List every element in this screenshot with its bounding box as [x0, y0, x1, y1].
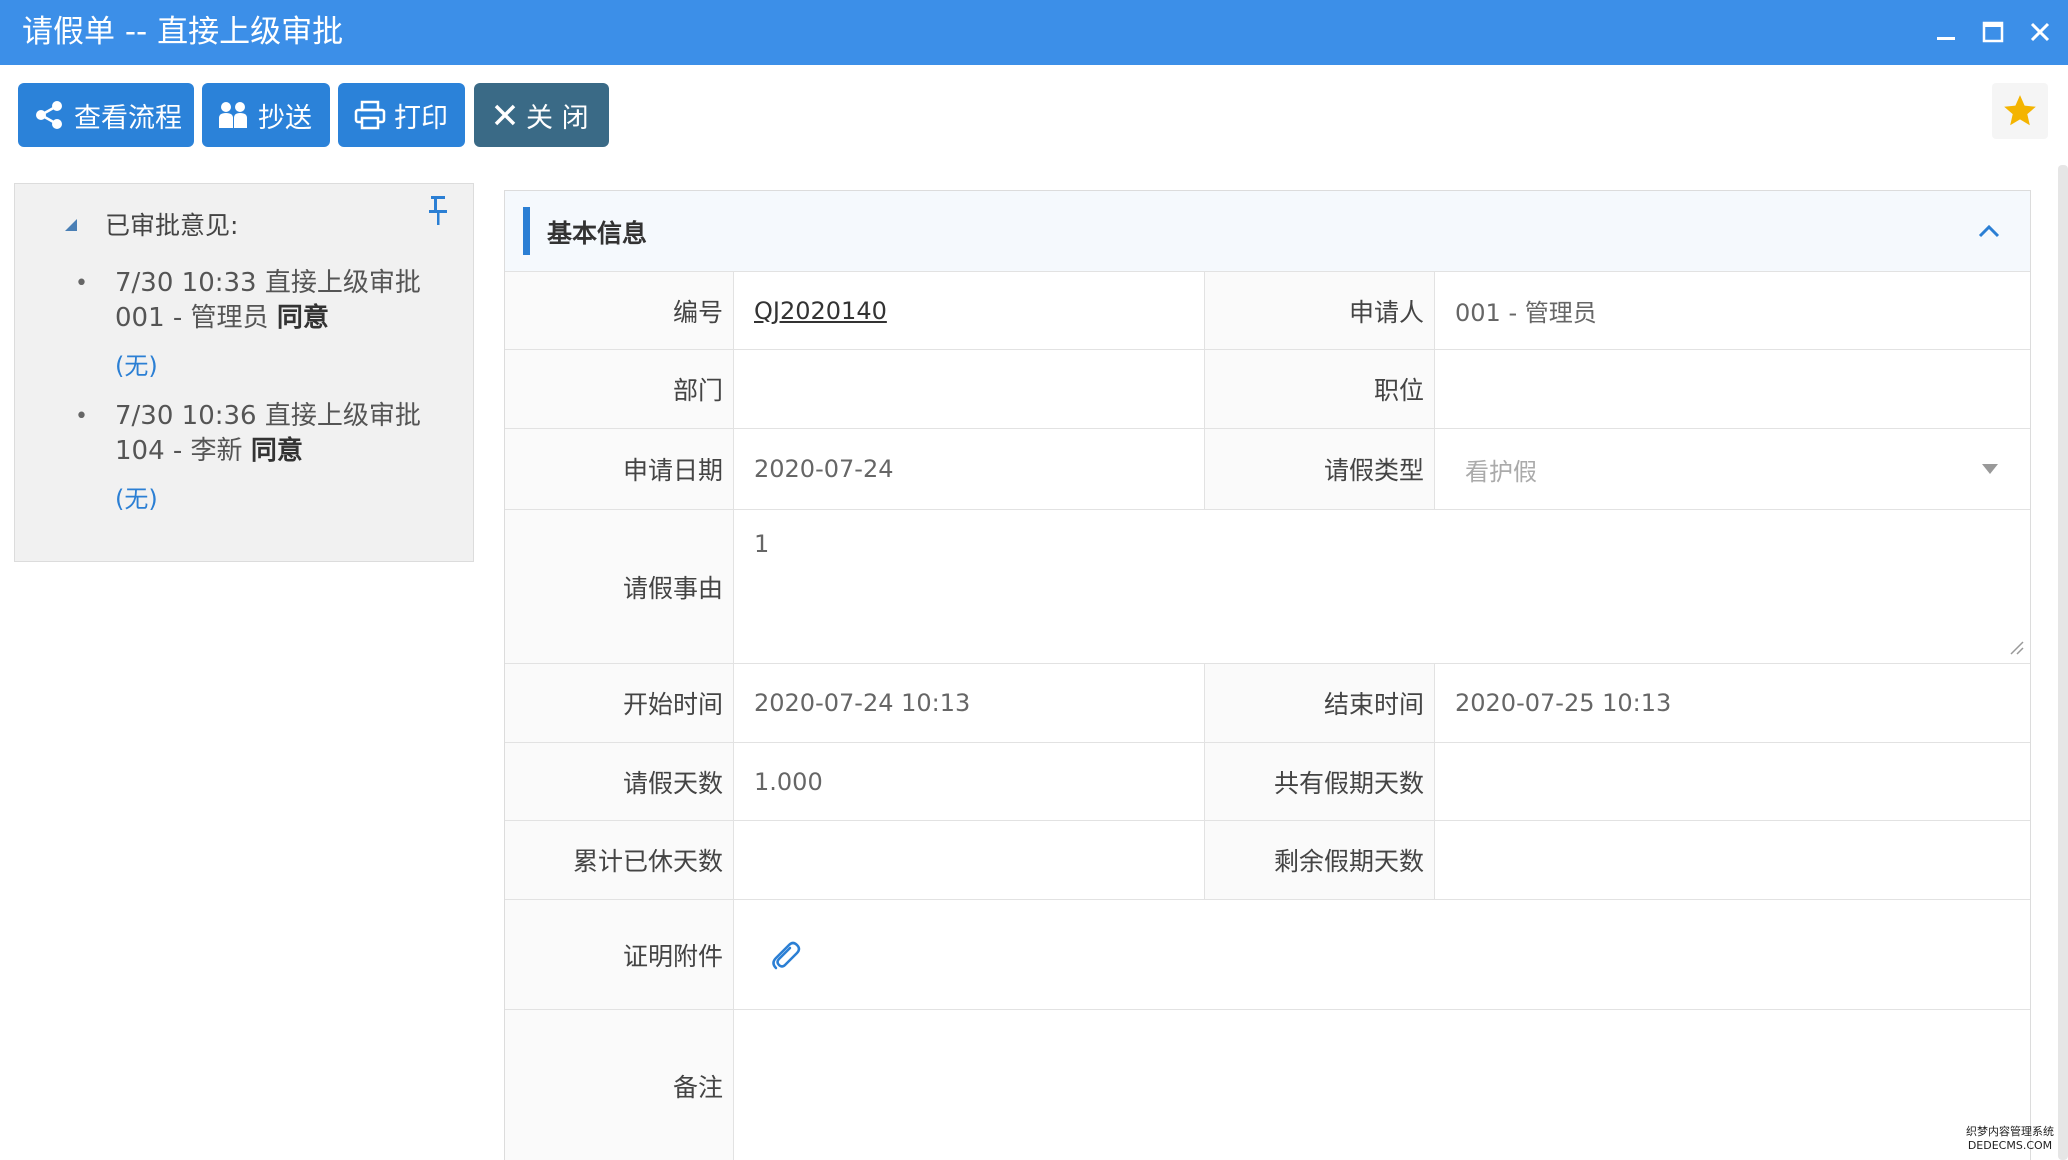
watermark: 织梦内容管理系统 DEDECMS.COM	[1958, 1125, 2062, 1153]
view-flow-label: 查看流程	[74, 102, 182, 134]
opinion-time: 7/30 10:33	[115, 268, 257, 298]
title-bar: 请假单 -- 直接上级审批	[0, 0, 2068, 65]
number-label: 编号	[505, 272, 734, 349]
section-header: 基本信息	[505, 191, 2030, 272]
department-label: 部门	[505, 350, 734, 428]
form-row: 部门 职位	[505, 350, 2030, 429]
number-link[interactable]: QJ2020140	[754, 297, 887, 325]
leave-type-label: 请假类型	[1205, 429, 1435, 509]
used-days-label: 累计已休天数	[505, 821, 734, 899]
resize-grip-icon[interactable]	[2008, 639, 2024, 655]
end-time-label: 结束时间	[1205, 664, 1435, 742]
leave-days-value: 1.000	[734, 743, 1205, 820]
favorite-button[interactable]	[1992, 83, 2048, 139]
watermark-line1: 织梦内容管理系统	[1966, 1125, 2054, 1138]
remarks-label: 备注	[505, 1010, 734, 1160]
opinion-comment: (无)	[115, 485, 158, 513]
section-title: 基本信息	[547, 219, 648, 248]
approval-opinions-heading: 已审批意见:	[105, 211, 239, 240]
position-value	[1435, 350, 2030, 428]
apply-date-label: 申请日期	[505, 429, 734, 509]
watermark-line2: DEDECMS.COM	[1967, 1139, 2053, 1152]
opinion-comment: (无)	[115, 352, 158, 380]
approval-opinion-item: • 7/30 10:36 直接上级审批 104 - 李新 同意 (无)	[75, 399, 435, 517]
position-label: 职位	[1205, 350, 1435, 428]
remaining-days-value	[1435, 821, 2030, 899]
form-row: 备注	[505, 1010, 2030, 1160]
leave-days-label: 请假天数	[505, 743, 734, 820]
view-flow-button[interactable]: 查看流程	[18, 83, 194, 147]
leave-type-value: 看护假	[1465, 457, 1537, 486]
chevron-up-icon[interactable]	[1972, 214, 2006, 248]
pin-icon[interactable]	[423, 194, 453, 228]
maximize-icon[interactable]	[1975, 14, 2011, 50]
share-icon	[36, 101, 62, 129]
form-row: 请假天数 1.000 共有假期天数	[505, 743, 2030, 821]
start-time-label: 开始时间	[505, 664, 734, 742]
reason-value: 1	[754, 530, 770, 558]
applicant-label: 申请人	[1205, 272, 1435, 349]
form-row: 申请日期 2020-07-24 请假类型 看护假	[505, 429, 2030, 510]
basic-info-card: 基本信息 编号 QJ2020140 申请人 001 - 管理员 部门 职位 申请…	[504, 190, 2031, 1160]
opinion-result: 同意	[276, 303, 329, 333]
leave-type-select[interactable]: 看护假	[1435, 429, 2030, 509]
opinion-step: 直接上级审批	[264, 268, 421, 298]
dropdown-arrow-icon	[1982, 464, 1998, 474]
minimize-icon[interactable]	[1928, 14, 1964, 50]
department-value	[734, 350, 1205, 428]
close-button[interactable]: 关 闭	[474, 83, 609, 147]
approval-opinion-item: • 7/30 10:33 直接上级审批 001 - 管理员 同意 (无)	[75, 266, 435, 384]
close-x-icon	[494, 104, 516, 126]
reason-textarea[interactable]: 1	[734, 510, 2030, 663]
close-label: 关 闭	[526, 102, 589, 134]
reason-label: 请假事由	[505, 510, 734, 663]
total-holiday-days-label: 共有假期天数	[1205, 743, 1435, 820]
users-icon	[219, 102, 247, 128]
vertical-scrollbar[interactable]	[2058, 165, 2068, 1160]
close-icon[interactable]	[2022, 14, 2058, 50]
applicant-value: 001 - 管理员	[1455, 299, 1597, 327]
opinion-user: 104 - 李新	[115, 436, 243, 466]
apply-date-value: 2020-07-24	[734, 429, 1205, 509]
cc-button[interactable]: 抄送	[202, 83, 330, 147]
print-button[interactable]: 打印	[338, 83, 465, 147]
window-title: 请假单 -- 直接上级审批	[22, 14, 344, 50]
print-label: 打印	[394, 102, 448, 134]
cc-label: 抄送	[258, 102, 312, 134]
form-row: 请假事由 1	[505, 510, 2030, 664]
opinion-step: 直接上级审批	[264, 401, 421, 431]
attachment-label: 证明附件	[505, 900, 734, 1009]
form-row: 编号 QJ2020140 申请人 001 - 管理员	[505, 272, 2030, 350]
total-holiday-days-value	[1435, 743, 2030, 820]
opinion-time: 7/30 10:36	[115, 401, 257, 431]
start-time-value: 2020-07-24 10:13	[734, 664, 1205, 742]
remaining-days-label: 剩余假期天数	[1205, 821, 1435, 899]
section-accent-bar	[523, 207, 530, 255]
expand-triangle-icon[interactable]	[65, 219, 77, 231]
approval-opinions-panel: 已审批意见: • 7/30 10:33 直接上级审批 001 - 管理员 同意 …	[14, 183, 474, 562]
remarks-value	[734, 1010, 2030, 1160]
paperclip-icon[interactable]	[768, 938, 802, 972]
printer-icon	[354, 100, 386, 130]
opinion-result: 同意	[250, 436, 303, 466]
end-time-value: 2020-07-25 10:13	[1455, 689, 1672, 717]
opinion-user: 001 - 管理员	[115, 303, 269, 333]
form-row: 开始时间 2020-07-24 10:13 结束时间 2020-07-25 10…	[505, 664, 2030, 743]
form-row: 累计已休天数 剩余假期天数	[505, 821, 2030, 900]
star-icon	[2004, 95, 2036, 126]
form-row: 证明附件	[505, 900, 2030, 1010]
used-days-value	[734, 821, 1205, 899]
